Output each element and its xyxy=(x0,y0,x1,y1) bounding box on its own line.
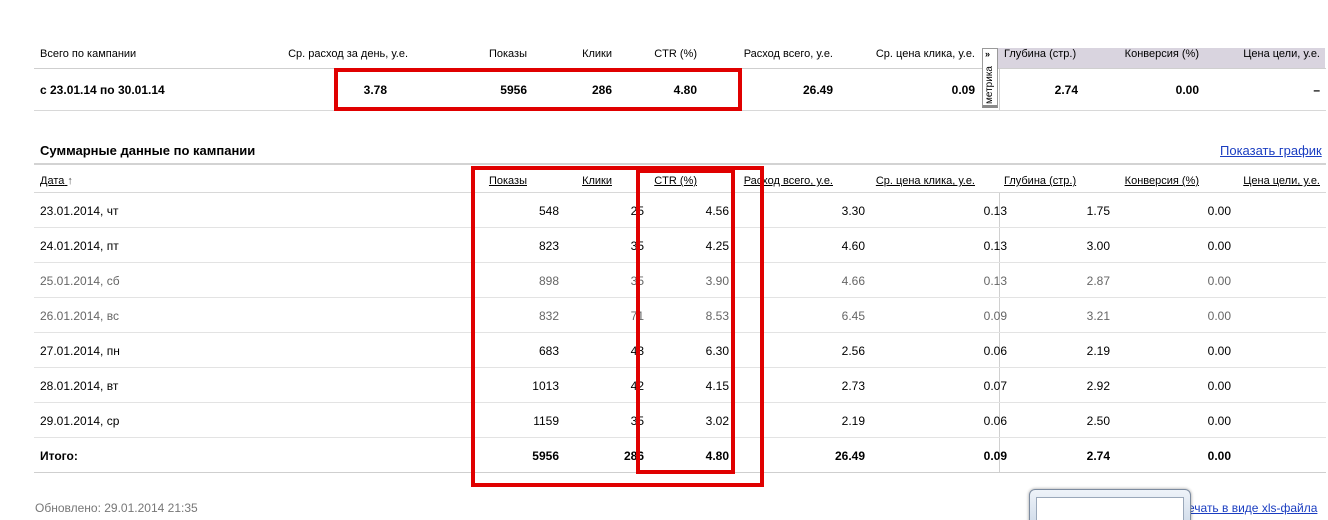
conversion-cell: 0.00 xyxy=(1207,414,1231,428)
avg-click-cell: 0.13 xyxy=(983,274,1007,288)
avg-click-cell: 0.07 xyxy=(983,379,1007,393)
double-chevron-right-icon: » xyxy=(985,49,991,59)
depth-value: 2.74 xyxy=(1054,83,1078,97)
conversion-cell: 0.00 xyxy=(1207,344,1231,358)
metrika-toggle-tab[interactable]: » метрика xyxy=(982,48,998,108)
show-graph-link[interactable]: Показать график xyxy=(1220,143,1322,158)
header-goal-price: Цена цели, у.е. xyxy=(1243,48,1320,60)
spend-cell: 2.19 xyxy=(841,414,865,428)
header-avg-spend: Ср. расход за день, у.е. xyxy=(288,48,408,60)
sort-by-avg-click-link[interactable]: Ср. цена клика, у.е. xyxy=(876,175,975,187)
period-label: с 23.01.14 по 30.01.14 xyxy=(40,83,165,97)
date-cell: 27.01.2014, пн xyxy=(40,344,120,358)
metrika-divider xyxy=(999,68,1000,110)
updated-timestamp: Обновлено: 29.01.2014 21:35 xyxy=(35,501,198,515)
highlight-box-ctr xyxy=(636,169,735,474)
header-conversion: Конверсия (%) xyxy=(1124,48,1199,60)
depth-cell: 2.87 xyxy=(1086,274,1110,288)
header-shows: Показы xyxy=(488,48,527,60)
depth-cell: 2.50 xyxy=(1086,414,1110,428)
sort-by-conversion-link[interactable]: Конверсия (%) xyxy=(1125,175,1199,187)
spend-cell: 2.56 xyxy=(841,344,865,358)
sort-arrow-up-icon: ↑ xyxy=(67,175,73,187)
depth-cell: 2.74 xyxy=(1086,449,1110,463)
conversion-cell: 0.00 xyxy=(1207,309,1231,323)
sort-by-depth-link[interactable]: Глубина (стр.) xyxy=(1004,175,1076,187)
spend-cell: 4.60 xyxy=(841,239,865,253)
date-cell: 25.01.2014, сб xyxy=(40,274,120,288)
taskbar-preview-popup[interactable] xyxy=(1029,489,1191,520)
header-avg-click: Ср. цена клика, у.е. xyxy=(875,48,975,60)
avg-click-cell: 0.09 xyxy=(983,309,1007,323)
header-campaign: Всего по кампании xyxy=(40,48,137,60)
spend-cell: 26.49 xyxy=(834,449,865,463)
print-xls-link[interactable]: ечать в виде xls-файла xyxy=(1188,501,1317,515)
depth-cell: 3.00 xyxy=(1086,239,1110,253)
goal-price-value: – xyxy=(1313,83,1320,97)
date-cell: 28.01.2014, вт xyxy=(40,379,119,393)
conversion-cell: 0.00 xyxy=(1207,274,1231,288)
date-cell: 23.01.2014, чт xyxy=(40,204,119,218)
header-clicks: Клики xyxy=(582,48,612,60)
avg-click-cell: 0.06 xyxy=(983,344,1007,358)
conversion-cell: 0.00 xyxy=(1207,239,1231,253)
avg-click-cell: 0.13 xyxy=(983,239,1007,253)
conversion-cell: 0.00 xyxy=(1207,449,1231,463)
section-title: Суммарные данные по кампании xyxy=(40,143,256,158)
depth-cell: 2.92 xyxy=(1086,379,1110,393)
spend-total-value: 26.49 xyxy=(802,83,833,97)
avg-click-value: 0.09 xyxy=(951,83,975,97)
depth-cell: 2.19 xyxy=(1086,344,1110,358)
date-cell: 26.01.2014, вс xyxy=(40,309,119,323)
metrika-tab-label: метрика xyxy=(984,66,995,104)
conversion-cell: 0.00 xyxy=(1207,204,1231,218)
depth-cell: 3.21 xyxy=(1086,309,1110,323)
sort-by-date-link[interactable]: Дата ↑ xyxy=(40,175,73,187)
spend-cell: 3.30 xyxy=(841,204,865,218)
header-depth: Глубина (стр.) xyxy=(1004,48,1077,60)
top-summary-header: Всего по кампании Ср. расход за день, у.… xyxy=(34,42,1326,68)
avg-click-cell: 0.13 xyxy=(983,204,1007,218)
avg-click-cell: 0.09 xyxy=(983,449,1007,463)
date-header-label: Дата xyxy=(40,175,65,187)
spend-cell: 2.73 xyxy=(841,379,865,393)
date-cell: 29.01.2014, ср xyxy=(40,414,120,428)
divider xyxy=(34,163,1326,165)
total-label: Итого: xyxy=(40,449,78,463)
sort-by-goal-price-link[interactable]: Цена цели, у.е. xyxy=(1243,175,1320,187)
conversion-cell: 0.00 xyxy=(1207,379,1231,393)
spend-cell: 6.45 xyxy=(841,309,865,323)
date-cell: 24.01.2014, пт xyxy=(40,239,119,253)
header-ctr: CTR (%) xyxy=(654,48,697,60)
conversion-value: 0.00 xyxy=(1175,83,1199,97)
header-spend-total: Расход всего, у.е. xyxy=(743,48,833,60)
depth-cell: 1.75 xyxy=(1086,204,1110,218)
avg-click-cell: 0.06 xyxy=(983,414,1007,428)
spend-cell: 4.66 xyxy=(841,274,865,288)
highlight-box-top-summary xyxy=(334,68,742,111)
taskbar-preview-content xyxy=(1036,497,1184,520)
